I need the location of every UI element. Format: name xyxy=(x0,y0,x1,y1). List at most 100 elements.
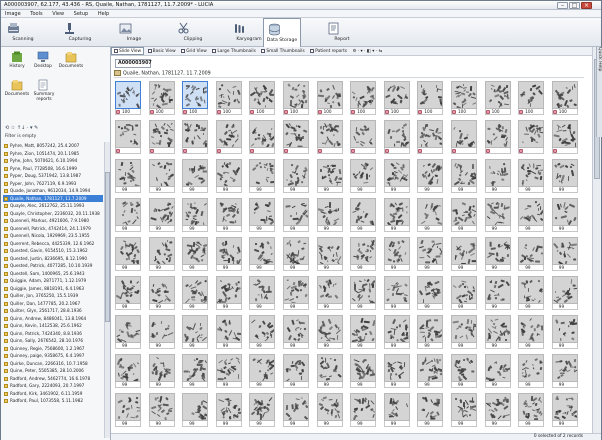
patient-row[interactable]: Quade, Jonathan, 9612034, 14.9.1994 xyxy=(3,187,103,195)
metaphase-thumbnail[interactable]: 99 xyxy=(518,198,545,235)
patient-row[interactable]: Radford, Paul, 1073558, 5.11.1982 xyxy=(3,397,103,405)
large-thumbnails-toggle[interactable]: Large Thumbnails xyxy=(210,48,257,56)
menu-help[interactable]: Help xyxy=(94,10,113,18)
metaphase-thumbnail[interactable]: 99 xyxy=(283,159,309,196)
mode-capturing[interactable]: Capturing xyxy=(59,18,101,47)
metaphase-thumbnail[interactable]: 99 xyxy=(417,354,444,391)
metaphase-thumbnail[interactable]: 99 xyxy=(249,198,276,235)
metaphase-thumbnail[interactable]: 99 xyxy=(451,354,477,391)
metaphase-thumbnail[interactable] xyxy=(551,120,578,157)
summary-reports-button[interactable]: Summary reports xyxy=(27,77,61,103)
metaphase-thumbnail[interactable]: 99 xyxy=(383,393,410,430)
metaphase-thumbnail[interactable] xyxy=(115,120,141,157)
metaphase-thumbnail[interactable]: 99 xyxy=(215,198,242,235)
metaphase-thumbnail[interactable]: 99 xyxy=(115,315,141,352)
metaphase-thumbnail[interactable]: 99 xyxy=(249,237,276,274)
metaphase-thumbnail[interactable]: 100 xyxy=(484,81,511,118)
patient-row[interactable]: Quine, Peter, 5505385, 28.10.2006 xyxy=(3,367,103,375)
metaphase-thumbnail[interactable]: 99 xyxy=(148,354,175,391)
metaphase-thumbnail[interactable]: 99 xyxy=(484,198,511,235)
patient-row[interactable]: Pyne, Paul, 7728508, 16.6.1999 xyxy=(3,165,103,173)
metaphase-thumbnail[interactable]: 99 xyxy=(249,393,276,430)
patient-row[interactable]: Quinn, Kevin, 1412538, 25.6.1962 xyxy=(3,322,103,330)
patient-row[interactable]: Quinney, paige, 9358675, 6.4.1997 xyxy=(3,352,103,360)
maximize-button[interactable]: □ xyxy=(569,2,580,9)
metaphase-thumbnail[interactable] xyxy=(484,120,511,157)
mode-clipping[interactable]: Clipping xyxy=(173,18,213,47)
patient-row[interactable]: Quinn, Andrew, 8486041, 13.8.1964 xyxy=(3,315,103,323)
metaphase-thumbnail[interactable] xyxy=(518,120,545,157)
metaphase-thumbnail[interactable]: 99 xyxy=(451,276,477,313)
quick-help-tab[interactable]: Quick Help xyxy=(596,47,602,137)
metaphase-thumbnail[interactable]: 100 xyxy=(215,81,242,118)
metaphase-thumbnail[interactable]: 99 xyxy=(350,198,377,235)
metaphase-thumbnail[interactable]: 99 xyxy=(417,198,444,235)
metaphase-thumbnail[interactable]: 99 xyxy=(484,276,511,313)
metaphase-thumbnail[interactable]: 99 xyxy=(182,237,209,274)
metaphase-thumbnail[interactable]: 99 xyxy=(518,393,545,430)
patient-row[interactable]: Quiller, Dan, 1477785, 20.2.1967 xyxy=(3,300,103,308)
metaphase-thumbnail[interactable]: 99 xyxy=(383,315,410,352)
metaphase-thumbnail[interactable] xyxy=(215,120,242,157)
patient-row[interactable]: Quilter, Glyn, 2561717, 28.8.1936 xyxy=(3,307,103,315)
metaphase-thumbnail[interactable]: 99 xyxy=(249,354,276,391)
metaphase-thumbnail[interactable]: 99 xyxy=(451,237,477,274)
metaphase-thumbnail[interactable]: 99 xyxy=(115,393,141,430)
metaphase-thumbnail[interactable]: 99 xyxy=(350,276,377,313)
metaphase-thumbnail[interactable]: 99 xyxy=(551,315,578,352)
metaphase-thumbnail[interactable]: 99 xyxy=(451,159,477,196)
menu-tools[interactable]: Tools xyxy=(26,10,46,18)
metaphase-thumbnail[interactable] xyxy=(148,120,175,157)
menu-view[interactable]: View xyxy=(48,10,68,18)
metaphase-thumbnail[interactable]: 99 xyxy=(383,198,410,235)
patient-row[interactable]: Radford, Kirk, 3461902, 6.11.1959 xyxy=(3,390,103,398)
metaphase-thumbnail[interactable]: 99 xyxy=(283,198,309,235)
metaphase-thumbnail[interactable] xyxy=(283,120,309,157)
metaphase-thumbnail[interactable]: 99 xyxy=(283,354,309,391)
metaphase-thumbnail[interactable]: 99 xyxy=(551,393,578,430)
metaphase-thumbnail[interactable]: 99 xyxy=(182,315,209,352)
metaphase-thumbnail[interactable]: 100 xyxy=(249,81,276,118)
metaphase-thumbnail[interactable]: 100 xyxy=(115,81,141,118)
metaphase-thumbnail[interactable]: 100 xyxy=(417,81,444,118)
patient-row[interactable]: Quenneli, Markus, 4921606, 7.9.1980 xyxy=(3,217,103,225)
metaphase-thumbnail[interactable]: 99 xyxy=(417,276,444,313)
metaphase-thumbnail[interactable]: 99 xyxy=(148,276,175,313)
metaphase-thumbnail[interactable]: 99 xyxy=(215,393,242,430)
metaphase-thumbnail[interactable]: 99 xyxy=(148,159,175,196)
metaphase-thumbnail[interactable]: 99 xyxy=(148,198,175,235)
menu-setup[interactable]: Setup xyxy=(70,10,93,18)
metaphase-thumbnail[interactable]: 99 xyxy=(215,315,242,352)
metaphase-thumbnail[interactable]: 99 xyxy=(518,237,545,274)
metaphase-thumbnail[interactable]: 99 xyxy=(518,159,545,196)
metaphase-thumbnail[interactable]: 99 xyxy=(417,315,444,352)
metaphase-thumbnail[interactable]: 99 xyxy=(484,237,511,274)
mode-data-storage[interactable]: Data Storage xyxy=(263,18,301,47)
metaphase-thumbnail[interactable]: 99 xyxy=(249,315,276,352)
patient-row[interactable]: Quiggie, James, 8818191, 6.4.1963 xyxy=(3,285,103,293)
metaphase-thumbnail[interactable]: 99 xyxy=(182,276,209,313)
metaphase-thumbnail[interactable]: 99 xyxy=(249,276,276,313)
metaphase-thumbnail[interactable]: 99 xyxy=(484,393,511,430)
metaphase-thumbnail[interactable]: 99 xyxy=(484,315,511,352)
metaphase-thumbnail[interactable] xyxy=(451,120,477,157)
mode-image[interactable]: Image xyxy=(115,18,153,47)
patient-row[interactable]: Quaile, Nathan, 1781127, 11.7.2009 xyxy=(3,194,103,202)
patient-row[interactable]: Questell, Sam, 1400965, 25.6.1943 xyxy=(3,270,103,278)
metaphase-thumbnail[interactable]: 100 xyxy=(383,81,410,118)
patient-list-scrollbar[interactable] xyxy=(104,142,110,438)
metaphase-thumbnail[interactable]: 99 xyxy=(417,159,444,196)
metaphase-thumbnail[interactable] xyxy=(316,120,343,157)
metaphase-thumbnail[interactable]: 99 xyxy=(350,237,377,274)
metaphase-thumbnail[interactable]: 99 xyxy=(283,237,309,274)
patient-row[interactable]: Quennell, Nicola, 1929969, 23.5.1955 xyxy=(3,232,103,240)
patient-row[interactable]: Pyper, John, 7627119, 6.9.1993 xyxy=(3,180,103,188)
metaphase-thumbnail[interactable]: 99 xyxy=(451,198,477,235)
patient-row[interactable]: Querrent, Rebecca, 4425339, 12.6.1962 xyxy=(3,240,103,248)
patient-row[interactable]: Quirke, Duncan, 2266316, 10.7.1958 xyxy=(3,360,103,368)
documents-button[interactable]: Documents xyxy=(55,49,87,75)
metaphase-thumbnail[interactable]: 100 xyxy=(451,81,477,118)
metaphase-thumbnail[interactable]: 99 xyxy=(115,159,141,196)
metaphase-thumbnail[interactable]: 99 xyxy=(215,237,242,274)
metaphase-thumbnail[interactable]: 99 xyxy=(451,315,477,352)
